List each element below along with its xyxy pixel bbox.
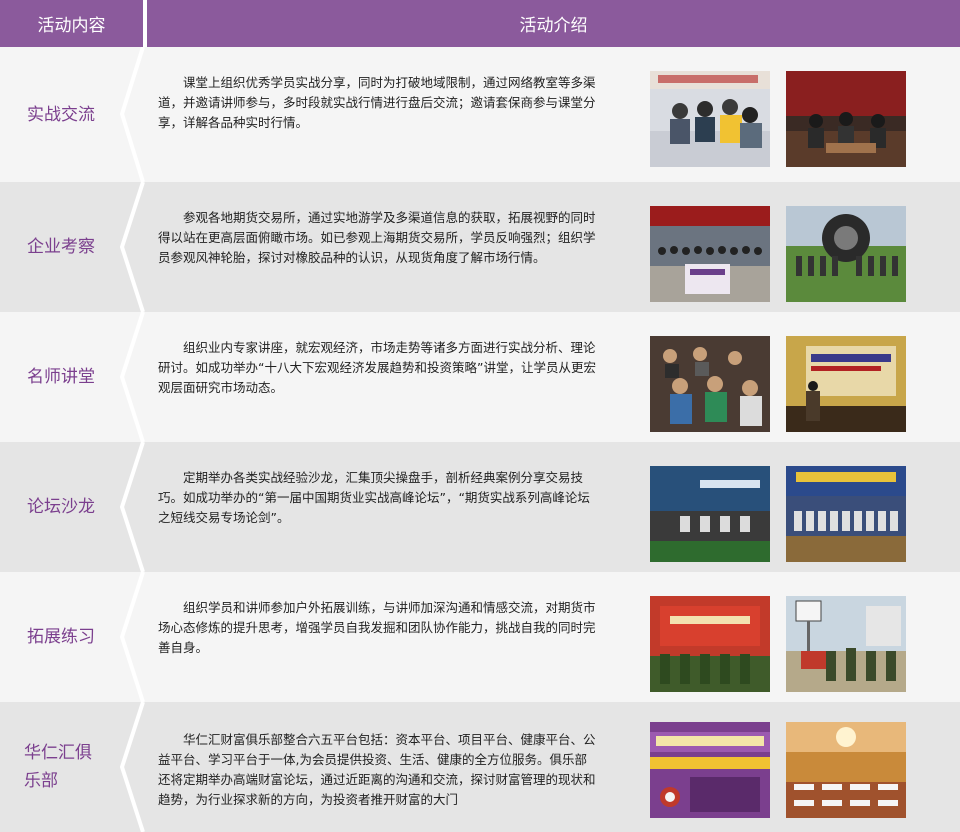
photo-forum-group: [786, 466, 906, 562]
photo-group-exchange-visit: [650, 206, 770, 302]
activity-description: 组织业内专家讲座，就宏观经济，市场走势等诸多方面进行实战分析、理论研讨。如成功举…: [158, 340, 596, 395]
activity-row-forum-salon: 论坛沙龙 定期举办各类实战经验沙龙，汇集顶尖操盘手，剖析经典案例分享交易技巧。如…: [0, 442, 960, 572]
activity-row-outdoor-training: 拓展练习 组织学员和讲师参加户外拓展训练，与讲师加深沟通和情感交流，对期货市场心…: [0, 572, 960, 702]
activity-title: 实战交流: [27, 104, 95, 125]
activity-row-club: 华仁汇俱乐部 华仁汇财富俱乐部整合六五平台包括：资本平台、项目平台、健康平台、公…: [0, 702, 960, 832]
activity-row-practical-exchange: 实战交流 课堂上组织优秀学员实战分享，同时为打破地域限制，通过网络教室等多渠道，…: [0, 47, 960, 182]
activity-title: 华仁汇俱乐部: [24, 743, 92, 791]
activity-description: 课堂上组织优秀学员实战分享，同时为打破地域限制，通过网络教室等多渠道，并邀请讲师…: [158, 75, 596, 130]
photo-club-ceremony: [650, 722, 770, 818]
photo-forum-panel: [650, 466, 770, 562]
header-activity-intro: 活动介绍: [147, 0, 960, 47]
photo-meeting-room: [786, 71, 906, 167]
activity-title: 拓展练习: [27, 627, 95, 647]
photo-lecture-audience: [650, 336, 770, 432]
activity-title: 论坛沙龙: [27, 497, 95, 517]
photo-training-field: [786, 596, 906, 692]
activity-description: 组织学员和讲师参加户外拓展训练，与讲师加深沟通和情感交流，对期货市场心态修炼的提…: [158, 600, 596, 655]
table-header: 活动内容 活动介绍: [0, 0, 960, 47]
photo-tire-factory-visit: [786, 206, 906, 302]
photo-classroom-discussion: [650, 71, 770, 167]
activity-description: 参观各地期货交易所，通过实地游学及多渠道信息的获取，拓展视野的同时得以站在更高层…: [158, 210, 596, 265]
photo-training-banner: [650, 596, 770, 692]
activity-description: 华仁汇财富俱乐部整合六五平台包括：资本平台、项目平台、健康平台、公益平台、学习平…: [158, 732, 596, 807]
photo-lecture-stage: [786, 336, 906, 432]
activity-title: 名师讲堂: [27, 367, 95, 387]
activity-description: 定期举办各类实战经验沙龙，汇集顶尖操盘手，剖析经典案例分享交易技巧。如成功举办的…: [158, 470, 590, 525]
header-activity-content: 活动内容: [0, 0, 143, 47]
activity-title: 企业考察: [27, 237, 95, 257]
activity-row-company-visit: 企业考察 参观各地期货交易所，通过实地游学及多渠道信息的获取，拓展视野的同时得以…: [0, 182, 960, 312]
photo-club-hall: [786, 722, 906, 818]
activity-row-expert-lecture: 名师讲堂 组织业内专家讲座，就宏观经济，市场走势等诸多方面进行实战分析、理论研讨…: [0, 312, 960, 442]
